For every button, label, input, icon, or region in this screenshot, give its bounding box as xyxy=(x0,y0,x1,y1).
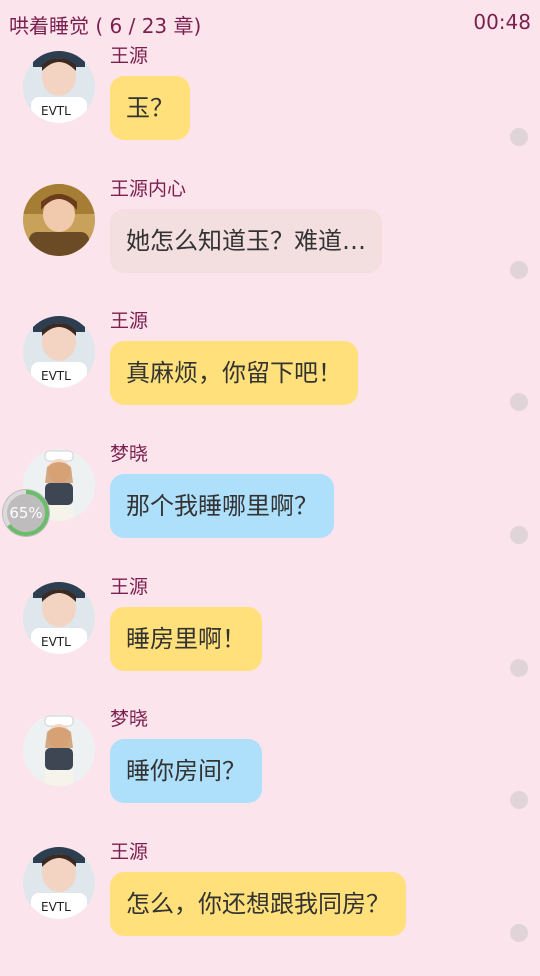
message-bubble[interactable]: 睡你房间？ xyxy=(110,739,262,803)
speaker-name: 王源内心 xyxy=(110,178,187,200)
chat-message: 梦晓 那个我睡哪里啊？ xyxy=(0,443,540,578)
message-bubble[interactable]: 睡房里啊！ xyxy=(110,607,262,671)
chat-message: 梦晓 睡你房间？ xyxy=(0,708,540,843)
message-bubble[interactable]: 那个我睡哪里啊？ xyxy=(110,474,334,538)
clock: 00:48 xyxy=(473,10,531,34)
svg-text:EVTL: EVTL xyxy=(41,900,71,914)
message-indicator-dot xyxy=(510,526,528,544)
chapter-title: 哄着睡觉 ( 6 / 23 章) xyxy=(9,14,202,38)
message-indicator-dot xyxy=(510,924,528,942)
progress-label: 65% xyxy=(9,504,43,522)
chat-message: EVTL 王源 真麻烦，你留下吧！ xyxy=(0,310,540,445)
speaker-name: 王源 xyxy=(110,576,149,598)
message-indicator-dot xyxy=(510,659,528,677)
message-bubble[interactable]: 她怎么知道玉？难道… xyxy=(110,209,382,273)
svg-text:EVTL: EVTL xyxy=(41,635,71,649)
message-bubble[interactable]: 玉？ xyxy=(110,76,190,140)
reading-progress-button[interactable]: 65% xyxy=(2,489,50,537)
wangyuan-avatar[interactable]: EVTL xyxy=(23,51,95,123)
message-indicator-dot xyxy=(510,393,528,411)
svg-text:EVTL: EVTL xyxy=(41,104,71,118)
wangyuan-inner-avatar[interactable] xyxy=(23,184,95,256)
mengxiao-avatar[interactable] xyxy=(23,714,95,786)
message-bubble[interactable]: 真麻烦，你留下吧！ xyxy=(110,341,358,405)
message-indicator-dot xyxy=(510,261,528,279)
chat-message: 王源内心 她怎么知道玉？难道… xyxy=(0,178,540,313)
message-indicator-dot xyxy=(510,791,528,809)
svg-text:EVTL: EVTL xyxy=(41,369,71,383)
wangyuan-avatar[interactable]: EVTL xyxy=(23,582,95,654)
speaker-name: 王源 xyxy=(110,45,149,67)
speaker-name: 梦晓 xyxy=(110,708,149,730)
wangyuan-avatar[interactable]: EVTL xyxy=(23,847,95,919)
wangyuan-avatar[interactable]: EVTL xyxy=(23,316,95,388)
chat-message: EVTL 王源 睡房里啊！ xyxy=(0,576,540,711)
speaker-name: 王源 xyxy=(110,841,149,863)
message-indicator-dot xyxy=(510,128,528,146)
chat-message: EVTL 王源 玉？ xyxy=(0,45,540,180)
chat-message: EVTL 王源 怎么，你还想跟我同房？ xyxy=(0,841,540,976)
message-bubble[interactable]: 怎么，你还想跟我同房？ xyxy=(110,872,406,936)
speaker-name: 梦晓 xyxy=(110,443,149,465)
status-header: 哄着睡觉 ( 6 / 23 章) 00:48 xyxy=(0,0,540,46)
speaker-name: 王源 xyxy=(110,310,149,332)
